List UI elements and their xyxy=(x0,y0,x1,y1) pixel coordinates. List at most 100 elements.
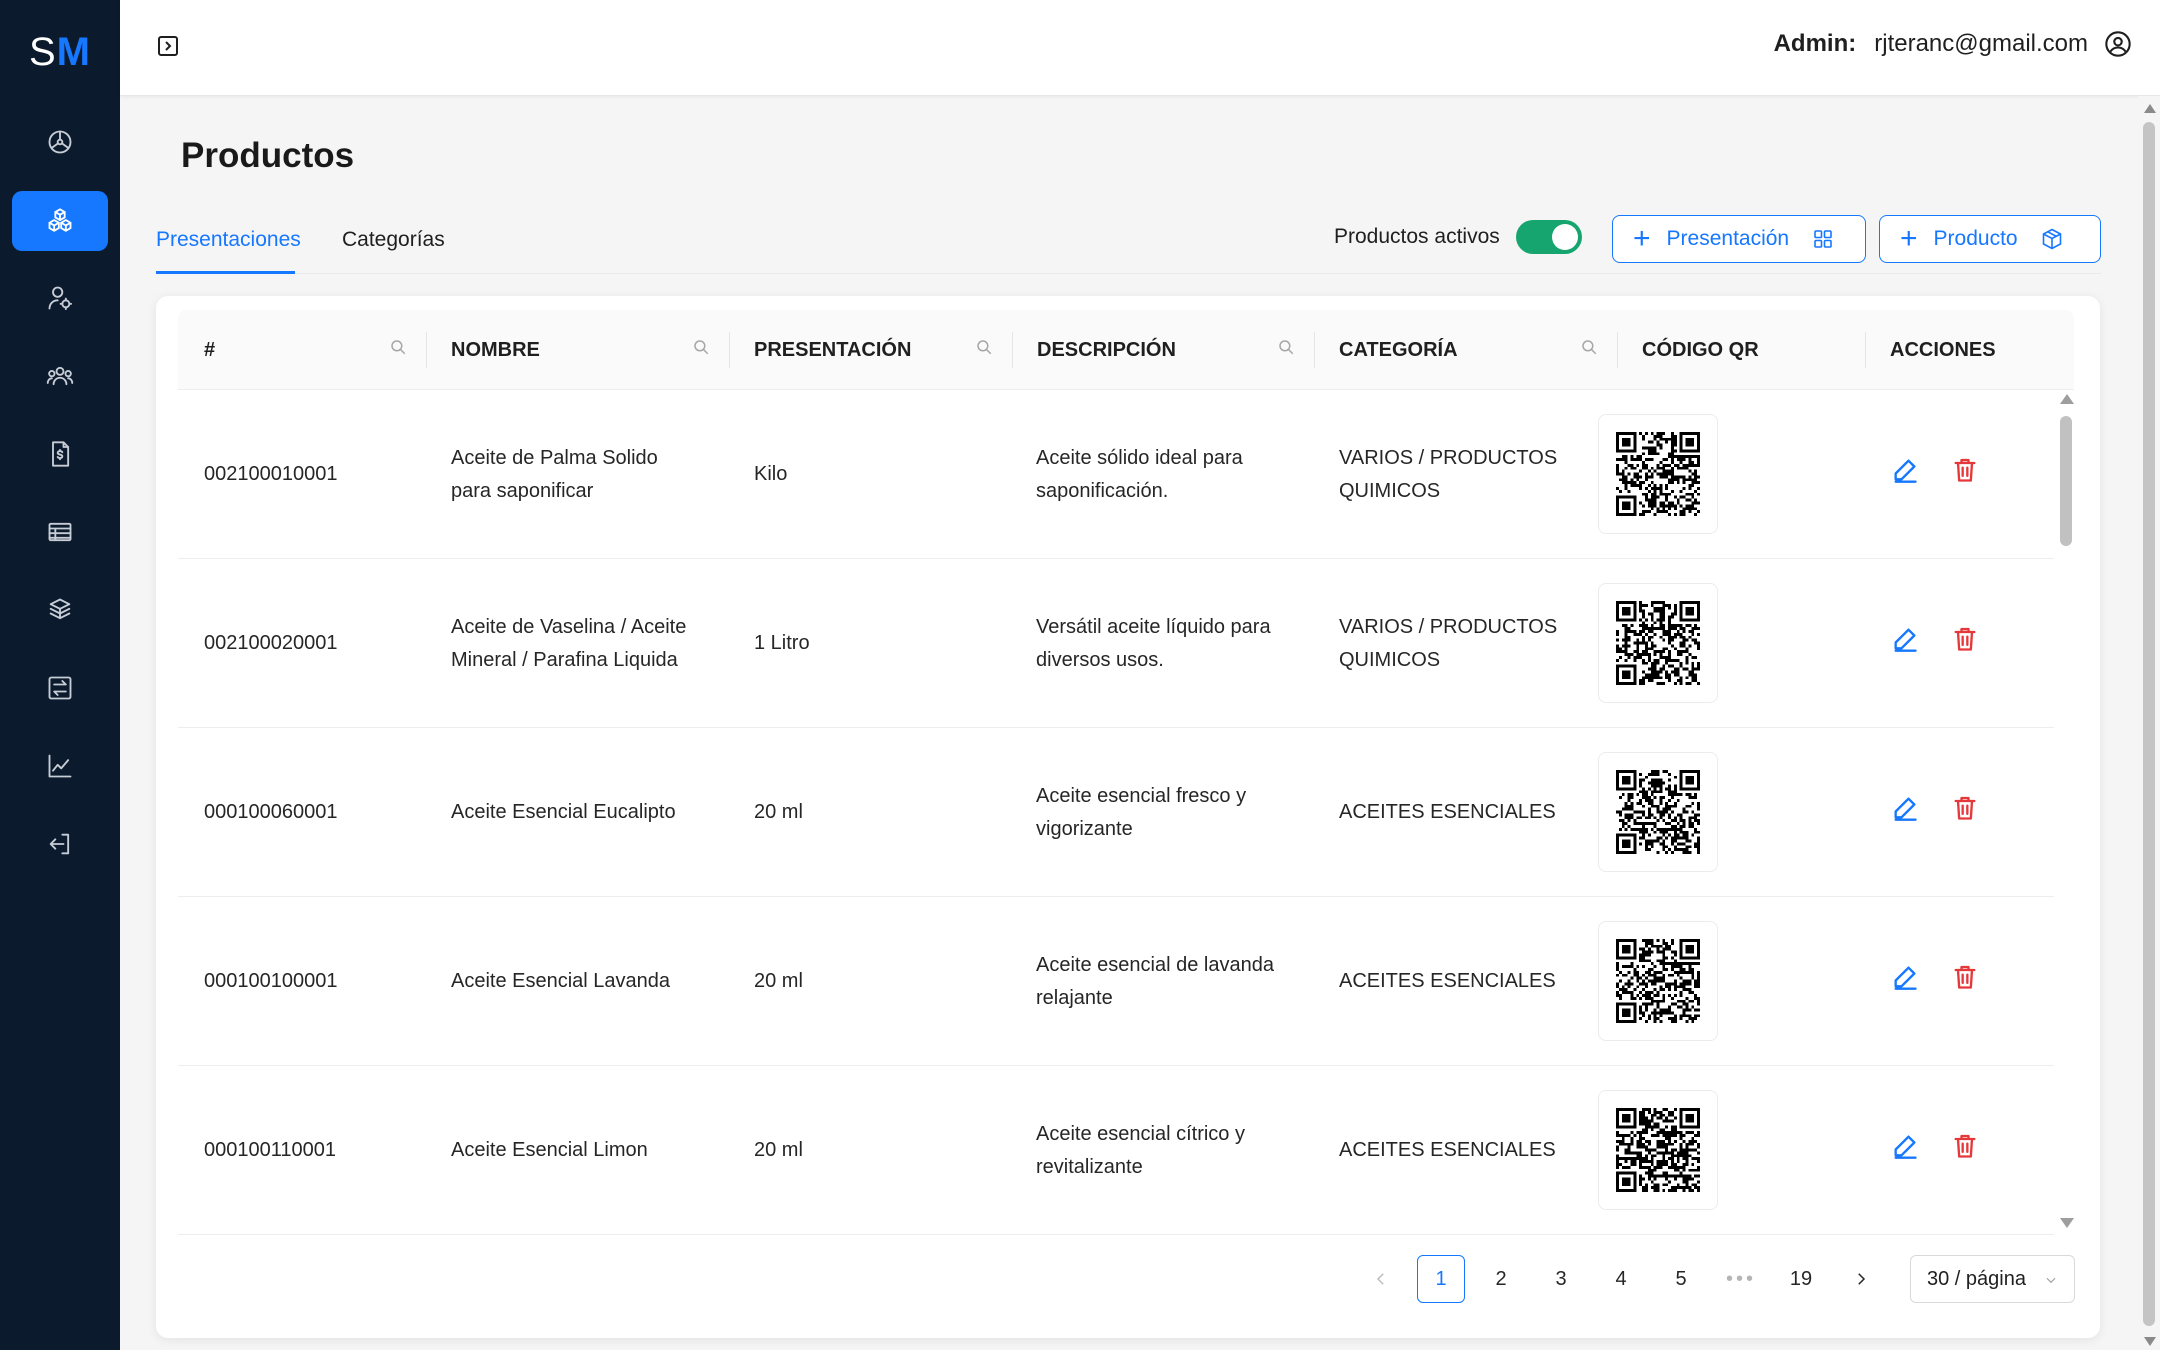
page-button-1[interactable]: 1 xyxy=(1417,1255,1465,1303)
invoice-dollar-icon xyxy=(52,441,70,467)
window-scrollbar[interactable] xyxy=(2138,96,2160,1350)
search-icon[interactable] xyxy=(692,338,712,358)
sidebar-item-user-settings[interactable] xyxy=(12,268,108,328)
column-divider xyxy=(1314,332,1315,368)
app-logo[interactable]: SM xyxy=(0,30,120,75)
column-header-acciones: ACCIONES xyxy=(1890,338,1996,361)
scroll-up-arrow[interactable] xyxy=(2144,104,2156,113)
search-filter-presentacion[interactable] xyxy=(975,310,995,390)
next-page-button[interactable] xyxy=(1837,1255,1885,1303)
cell-presentacion: 20 ml xyxy=(754,970,803,992)
cell-nombre: Aceite Esencial Lavanda xyxy=(451,970,671,992)
edit-pencil-icon xyxy=(1894,459,1917,483)
delete-button[interactable] xyxy=(1951,625,1981,655)
sidebar-item-productos[interactable] xyxy=(12,191,108,251)
cell-descripcion: Versátil aceite líquido para diversos uso… xyxy=(1036,615,1271,671)
edit-button[interactable] xyxy=(1891,963,1921,993)
tab-categorias[interactable]: Categorías xyxy=(342,228,445,252)
delete-button[interactable] xyxy=(1951,794,1981,824)
page-button-last[interactable]: 19 xyxy=(1777,1255,1825,1303)
add-presentacion-button[interactable]: + Presentación xyxy=(1612,215,1866,263)
active-tab-indicator xyxy=(156,271,295,274)
dashboard-icon xyxy=(48,130,72,154)
search-icon[interactable] xyxy=(1277,338,1297,358)
tab-presentaciones[interactable]: Presentaciones xyxy=(156,228,301,252)
column-divider xyxy=(426,332,427,368)
page-button-3[interactable]: 3 xyxy=(1537,1255,1585,1303)
scroll-down-arrow[interactable] xyxy=(2060,1218,2074,1228)
scroll-down-arrow[interactable] xyxy=(2144,1337,2156,1346)
table-header: # NOMBRE PRESENTACIÓN DESCRIPCIÓN CATEGO… xyxy=(178,310,2074,390)
search-icon[interactable] xyxy=(389,338,409,358)
delete-button[interactable] xyxy=(1951,963,1981,993)
scroll-up-arrow[interactable] xyxy=(2060,394,2074,404)
column-divider xyxy=(729,332,730,368)
table-row: 002100020001 Aceite de Vaselina / Aceite M… xyxy=(178,559,2054,728)
page-jump-ellipsis[interactable]: ••• xyxy=(1717,1255,1765,1303)
edit-button[interactable] xyxy=(1891,625,1921,655)
column-divider xyxy=(1617,332,1618,368)
sidebar-item-inventory[interactable] xyxy=(12,580,108,640)
sidebar-item-table[interactable] xyxy=(12,502,108,562)
edit-pencil-icon xyxy=(1894,797,1917,821)
cell-presentacion: 20 ml xyxy=(754,1139,803,1161)
scroll-thumb[interactable] xyxy=(2060,416,2072,546)
trash-icon xyxy=(1954,965,1976,989)
page-button-5[interactable]: 5 xyxy=(1657,1255,1705,1303)
column-divider xyxy=(1012,332,1013,368)
page-size-select[interactable]: 30 / página xyxy=(1910,1255,2075,1303)
plus-icon: + xyxy=(1633,222,1651,255)
qr-code-image[interactable] xyxy=(1598,583,1718,703)
sidebar-toggle-button[interactable] xyxy=(156,34,180,58)
table-row: 000100100001 Aceite Esencial Lavanda 20 ml… xyxy=(178,897,2054,1066)
cell-categoria: ACEITES ESENCIALES xyxy=(1339,1139,1556,1161)
page-title: Productos xyxy=(181,136,355,175)
qr-code-image[interactable] xyxy=(1598,414,1718,534)
column-header-codigo-qr: CÓDIGO QR xyxy=(1642,338,1759,361)
add-producto-button[interactable]: + Producto xyxy=(1879,215,2101,263)
sidebar-item-users[interactable] xyxy=(12,346,108,406)
search-filter-descripcion[interactable] xyxy=(1277,310,1297,390)
search-icon[interactable] xyxy=(1580,338,1600,358)
sidebar-item-logout[interactable] xyxy=(12,814,108,874)
qr-code-image[interactable] xyxy=(1598,921,1718,1041)
table-scrollbar[interactable] xyxy=(2055,394,2075,1228)
chevron-left-icon xyxy=(1376,1273,1384,1285)
trash-icon xyxy=(1954,458,1976,482)
edit-button[interactable] xyxy=(1891,456,1921,486)
edit-button[interactable] xyxy=(1891,794,1921,824)
chevron-down-icon xyxy=(2044,1270,2058,1284)
chevron-right-icon xyxy=(1858,1273,1866,1285)
sidebar-item-dashboard[interactable] xyxy=(12,112,108,172)
edit-button[interactable] xyxy=(1891,1132,1921,1162)
search-filter-id[interactable] xyxy=(389,310,409,390)
search-filter-categoria[interactable] xyxy=(1580,310,1600,390)
delete-button[interactable] xyxy=(1951,456,1981,486)
sidebar-item-invoices[interactable] xyxy=(12,424,108,484)
edit-pencil-icon xyxy=(1894,966,1917,990)
search-icon[interactable] xyxy=(975,338,995,358)
active-products-filter: Productos activos xyxy=(1334,220,1582,254)
search-filter-nombre[interactable] xyxy=(692,310,712,390)
logout-icon xyxy=(49,833,70,855)
cube-icon xyxy=(2042,228,2061,250)
qr-code-image[interactable] xyxy=(1598,752,1718,872)
add-producto-label: Producto xyxy=(1933,227,2018,250)
delete-button[interactable] xyxy=(1951,1132,1981,1162)
active-products-toggle[interactable] xyxy=(1515,220,1582,254)
user-avatar-icon[interactable] xyxy=(2104,30,2132,58)
cell-categoria: ACEITES ESENCIALES xyxy=(1339,801,1556,823)
sidebar: SM xyxy=(0,0,120,1350)
column-divider xyxy=(1865,332,1866,368)
users-group-icon xyxy=(46,366,74,386)
top-header: Admin: rjteranc@gmail.com xyxy=(120,0,2160,96)
page-button-4[interactable]: 4 xyxy=(1597,1255,1645,1303)
add-presentacion-label: Presentación xyxy=(1666,227,1790,250)
cell-presentacion: Kilo xyxy=(754,463,788,485)
sidebar-item-reports[interactable] xyxy=(12,736,108,796)
prev-page-button[interactable] xyxy=(1357,1255,1405,1303)
page-button-2[interactable]: 2 xyxy=(1477,1255,1525,1303)
sidebar-item-transfers[interactable] xyxy=(12,658,108,718)
qr-code-image[interactable] xyxy=(1598,1090,1718,1210)
scroll-thumb[interactable] xyxy=(2143,122,2155,1326)
